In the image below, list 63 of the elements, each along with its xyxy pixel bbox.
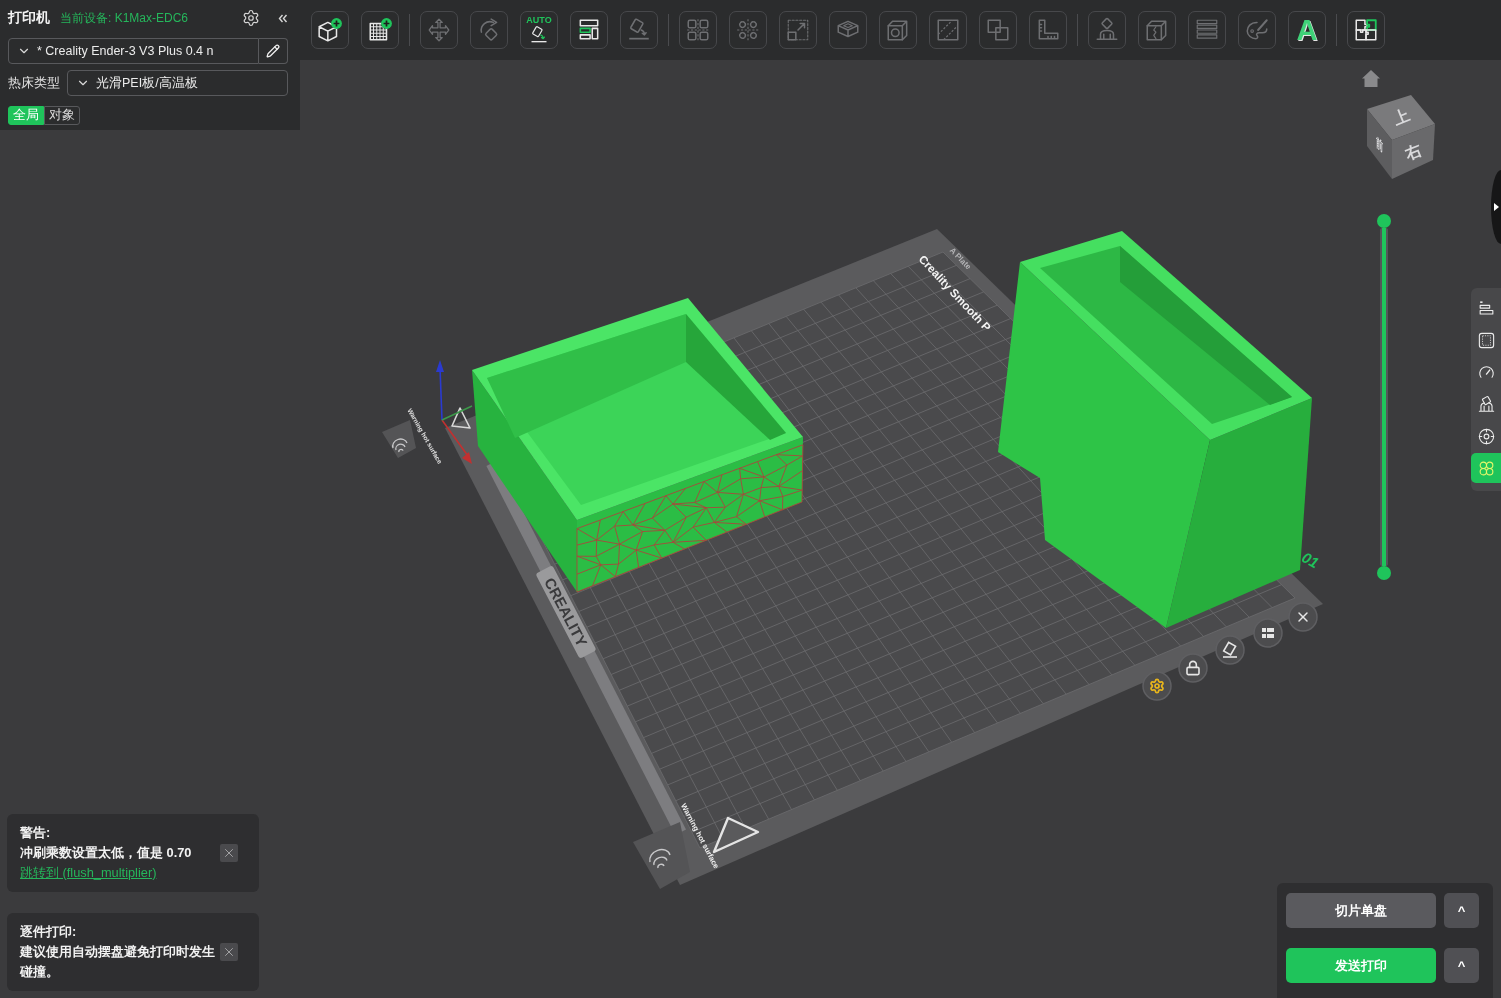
- lock-icon: [1187, 661, 1199, 675]
- cube-face-label: 右: [1402, 141, 1424, 163]
- notification-title: 警告:: [20, 824, 52, 842]
- tilted-square-icon: [529, 25, 549, 45]
- scope-tab[interactable]: 对象: [44, 106, 80, 125]
- scale-icon: [785, 17, 811, 43]
- plate-label: 01: [1299, 548, 1322, 572]
- bed-type-select[interactable]: 光滑PEI板/高温板: [67, 70, 288, 96]
- cube-plus-icon: [317, 17, 343, 43]
- support-tree-icon: [1476, 394, 1496, 414]
- close-icon: [222, 846, 236, 860]
- close-button[interactable]: [220, 844, 238, 862]
- warning-triangle-icon: [451, 407, 471, 429]
- pencil-icon: [266, 44, 280, 58]
- close-icon: [222, 945, 236, 959]
- layer-slider[interactable]: [1376, 214, 1392, 580]
- split-gears-icon: [735, 17, 761, 43]
- plate-button[interactable]: [1178, 653, 1208, 683]
- printer-select[interactable]: * Creality Ender-3 V3 Plus 0.4 n: [8, 38, 259, 64]
- close-icon: [1299, 613, 1307, 621]
- toolbar-button[interactable]: [570, 11, 608, 49]
- collapse-handle[interactable]: [1491, 170, 1501, 244]
- caret-right-icon: [1494, 203, 1499, 211]
- plate-button[interactable]: [1288, 602, 1318, 632]
- double-chevron-left-icon[interactable]: [278, 13, 288, 23]
- home-icon[interactable]: [1362, 70, 1380, 87]
- plate-button[interactable]: [1253, 618, 1283, 648]
- support-icon: [1094, 17, 1120, 43]
- slider-thumb[interactable]: [1377, 214, 1391, 228]
- current-device: 当前设备: K1Max-EDC6: [60, 9, 189, 27]
- notification-title: 逐件打印:: [20, 923, 78, 941]
- gear-icon: [1151, 679, 1163, 693]
- field-label: 热床类型: [8, 74, 61, 92]
- four-arrows-icon: [426, 17, 452, 43]
- panel-title: 打印机: [8, 9, 50, 27]
- split-squares-icon: [685, 17, 711, 43]
- notification-link[interactable]: 跳转到 (flush_multiplier): [20, 863, 216, 883]
- plate-button[interactable]: [1142, 671, 1172, 701]
- text-tool-button[interactable]: A: [1288, 11, 1326, 49]
- slider-thumb[interactable]: [1377, 566, 1391, 580]
- toolbar-button[interactable]: [1347, 11, 1385, 49]
- toolbar-button[interactable]: [311, 11, 349, 49]
- cube-face-label: 前: [1375, 134, 1383, 154]
- notification-message: 冲刷乘数设置太低，值是 0.70: [20, 844, 193, 862]
- cube-face-label: 上: [1390, 106, 1412, 128]
- menu-button[interactable]: ^: [1444, 893, 1479, 928]
- edit-button[interactable]: [259, 38, 288, 64]
- plate-button[interactable]: [1215, 635, 1245, 665]
- overlap-squares-icon: [985, 17, 1011, 43]
- slice-button[interactable]: 切片单盘: [1286, 893, 1436, 928]
- tilted-square-icon: [626, 17, 652, 43]
- notification-message: 建议使用自动摆盘避免打印时发生碰撞。: [20, 943, 216, 981]
- target-icon: [1476, 426, 1496, 446]
- grid-plus-icon: [367, 17, 393, 43]
- puzzle-icon: [1353, 17, 1379, 43]
- settings-icon[interactable]: [242, 9, 260, 27]
- grid-dots-icon: [1262, 628, 1274, 638]
- frame-icon: [1476, 330, 1496, 350]
- close-button[interactable]: [220, 943, 238, 961]
- diagonal-cut-icon: [935, 17, 961, 43]
- toolbar-button[interactable]: AUTO: [520, 11, 558, 49]
- menu-button[interactable]: ^: [1444, 948, 1479, 983]
- toolbar-button[interactable]: [361, 11, 399, 49]
